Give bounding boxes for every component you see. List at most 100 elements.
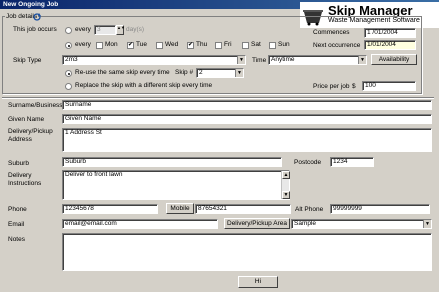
next-occurrence-input: 1/01/2004 [364,40,416,50]
skip-type-label: Skip Type [13,57,42,64]
surname-label: Surname/Business [8,102,63,109]
day-wed-checkbox[interactable] [156,42,163,49]
address-textarea[interactable]: 1 Address St [62,128,432,152]
every-n-input[interactable]: 3 [94,25,116,35]
postcode-label: Postcode [294,159,322,166]
day-sat-checkbox[interactable] [242,42,249,49]
every-weekday-radio[interactable] [65,42,72,49]
days-unit-label: day(s) [126,26,145,33]
day-wed-label: Wed [165,41,179,48]
time-select[interactable]: Anytime ▼ [268,55,367,65]
area-label-box: Delivery/Pickup Area [224,218,290,229]
suburb-input[interactable]: Suburb [62,157,282,167]
availability-label: Availability [378,56,410,63]
every-n-days-radio[interactable] [65,27,72,34]
suburb-value: Suburb [65,158,86,165]
availability-button[interactable]: Availability [371,54,417,65]
area-label: Delivery/Pickup Area [227,220,287,227]
surname-value: Surname [65,101,92,108]
replace-skip-label: Replace the skip with a different skip e… [75,82,213,89]
day-sun-label: Sun [278,41,290,48]
instructions-scrollbar[interactable]: ▲ ▼ [281,171,290,199]
instructions-textarea[interactable]: Deliver to front lawn [62,170,290,200]
email-input[interactable]: email@email.com [62,219,218,229]
next-occurrence-label: Next occurrence [313,42,361,49]
notes-label: Notes [8,236,25,243]
instructions-value: Deliver to front lawn [65,171,123,178]
reuse-skip-radio[interactable] [65,70,72,77]
skip-num-value: 2 [199,69,203,76]
alt-phone-label: Alt Phone [295,206,324,213]
skip-type-value: 2m3 [65,56,78,63]
every-n-value: 3 [97,26,101,33]
footer-button[interactable]: Hi [238,276,278,288]
mobile-input[interactable]: 87654321 [195,204,291,214]
every-label: every [75,26,91,33]
commences-input[interactable]: 1 /01/2004 [364,28,416,38]
occurs-label: This job occurs [13,26,57,33]
price-label: Price per job [313,83,350,90]
postcode-value: 1234 [333,158,348,165]
mobile-label-box: Mobile [166,203,194,214]
day-thu-label: Thu [196,41,208,48]
every-n-stepper[interactable]: ▲▼ [116,25,125,35]
skip-num-label: Skip # [175,69,194,76]
day-fri-label: Fri [224,41,232,48]
window-title: New Ongoing Job [3,1,59,8]
every-weekday-label: every [75,41,91,48]
section-divider [2,97,434,98]
skip-num-select[interactable]: 2 ▼ [196,68,244,78]
next-occurrence-value: 1/01/2004 [367,41,396,48]
address-label: Delivery/Pickup Address [8,128,53,143]
commences-value: 1 /01/2004 [367,29,398,36]
check-mark-icon: ✔ [188,42,194,48]
postcode-input[interactable]: 1234 [330,157,374,167]
skip-type-select[interactable]: 2m3 ▼ [62,55,246,65]
day-thu-checkbox[interactable]: ✔ [187,42,194,49]
day-tue-label: Tue [136,41,147,48]
time-value: Anytime [271,56,295,63]
alt-phone-value: 99999999 [333,205,362,212]
day-mon-checkbox[interactable] [96,42,103,49]
phone-input[interactable]: 12345678 [62,204,158,214]
address-value: 1 Address St [65,129,102,136]
alt-phone-input[interactable]: 99999999 [330,204,430,214]
footer-button-label: Hi [254,278,262,285]
currency-symbol: $ [352,83,356,90]
refresh-icon[interactable] [33,13,41,21]
chevron-down-icon[interactable]: ▼ [235,69,243,77]
mobile-value: 87654321 [198,205,227,212]
email-value: email@email.com [65,220,117,227]
commences-label: Commences [313,29,350,36]
given-name-input[interactable]: Given Name [62,114,432,124]
new-ongoing-job-window: New Ongoing Job Skip Manager Waste Manag… [0,0,439,292]
scroll-down-icon[interactable]: ▼ [282,191,290,199]
instructions-label: Delivery Instructions [8,172,42,187]
phone-label: Phone [8,206,27,213]
mobile-label: Mobile [170,205,190,212]
given-name-label: Given Name [8,116,45,123]
day-sun-checkbox[interactable] [269,42,276,49]
notes-textarea[interactable] [62,233,432,271]
replace-skip-radio[interactable] [65,83,72,90]
day-sat-label: Sat [251,41,261,48]
email-label: Email [8,221,25,228]
chevron-down-icon[interactable]: ▼ [358,56,366,64]
price-value: 100 [365,82,376,89]
chevron-down-icon[interactable]: ▼ [237,56,245,64]
given-name-value: Given Name [65,115,102,122]
suburb-label: Suburb [8,160,29,167]
phone-value: 12345678 [65,205,94,212]
day-fri-checkbox[interactable] [215,42,222,49]
price-input[interactable]: 100 [362,81,416,91]
day-tue-checkbox[interactable]: ✔ [127,42,134,49]
scroll-up-icon[interactable]: ▲ [282,171,290,179]
reuse-skip-label: Re-use the same skip every time [75,69,170,76]
area-select[interactable]: Sample ▼ [291,219,432,229]
check-mark-icon: ✔ [128,42,134,48]
area-value: Sample [294,220,317,227]
surname-input[interactable]: Surname [62,100,432,110]
chevron-down-icon[interactable]: ▼ [423,220,431,228]
day-mon-label: Mon [105,41,118,48]
time-label: Time [252,57,267,64]
